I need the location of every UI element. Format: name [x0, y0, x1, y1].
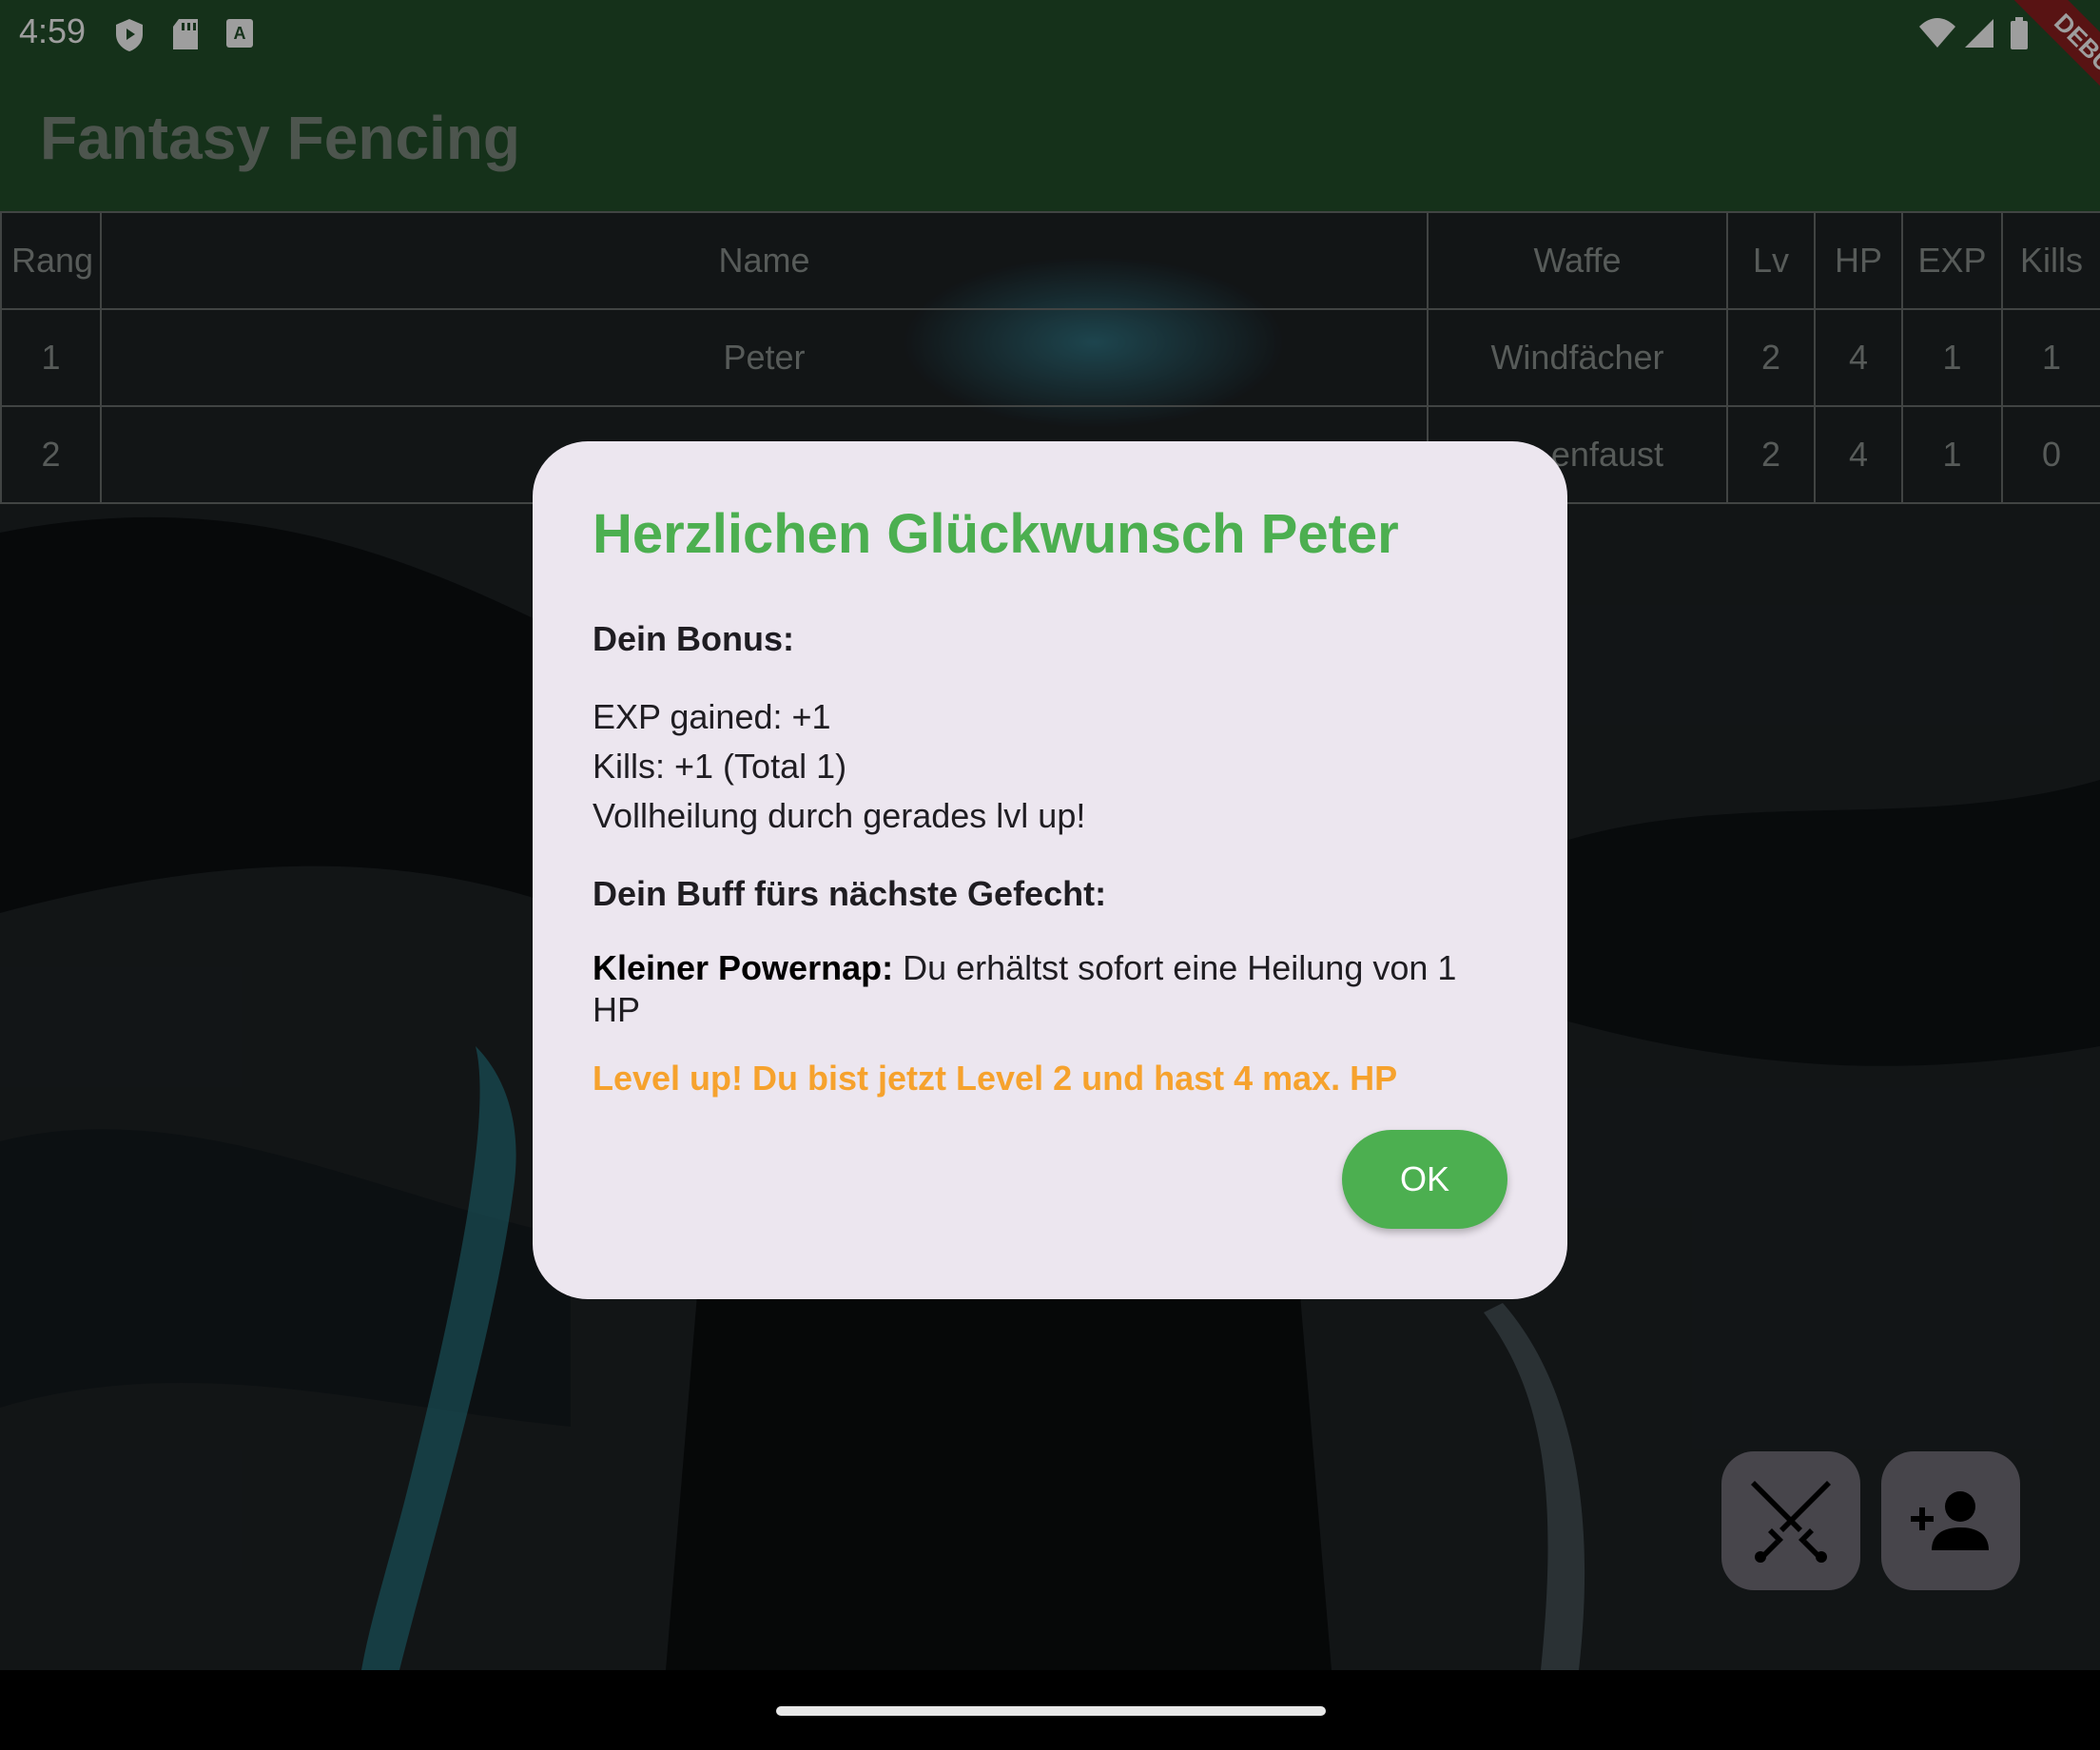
- navigation-bar: [0, 1670, 2100, 1750]
- bonus-line: EXP gained: +1: [593, 697, 831, 736]
- bonus-line: Kills: +1 (Total 1): [593, 747, 847, 786]
- ok-button[interactable]: OK: [1342, 1130, 1507, 1229]
- bonus-line: Vollheilung durch gerades lvl up!: [593, 796, 1086, 835]
- level-up-dialog: Herzlichen Glückwunsch Peter Dein Bonus:…: [533, 441, 1567, 1299]
- buff-description: Kleiner Powernap: Du erhältst sofort ein…: [593, 947, 1508, 1031]
- buff-heading: Dein Buff fürs nächste Gefecht:: [593, 874, 1107, 913]
- bonus-heading: Dein Bonus:: [593, 619, 794, 658]
- bonus-list: EXP gained: +1 Kills: +1 (Total 1) Vollh…: [593, 692, 1508, 841]
- dialog-title: Herzlichen Glückwunsch Peter: [593, 503, 1399, 565]
- home-gesture-handle[interactable]: [776, 1706, 1326, 1716]
- level-up-message: Level up! Du bist jetzt Level 2 und hast…: [593, 1059, 1398, 1098]
- buff-name: Kleiner Powernap:: [593, 948, 894, 987]
